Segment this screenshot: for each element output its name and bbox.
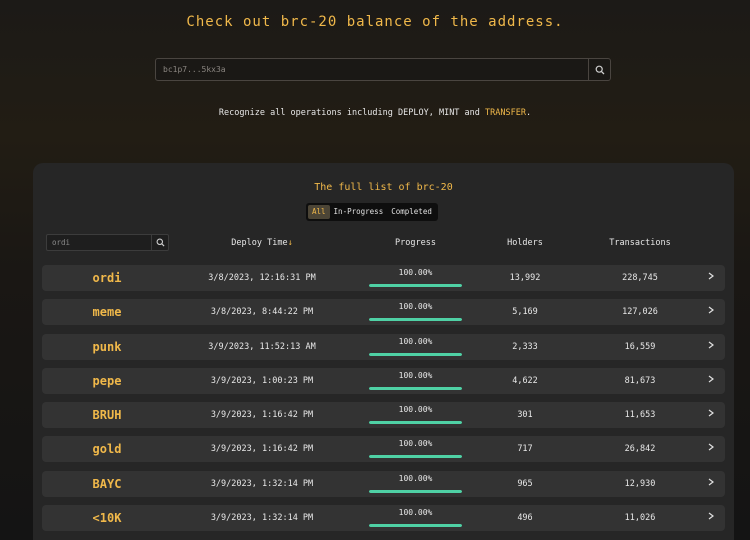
token-deploy-time: 3/9/2023, 1:32:14 PM [210,478,314,489]
token-transactions: 11,026 [624,513,656,524]
token-row[interactable]: ordi 3/8/2023, 12:16:31 PM 100.00% 13,99… [42,265,725,291]
token-holders: 717 [517,444,533,455]
token-tick: meme [92,305,122,320]
token-row[interactable]: punk 3/9/2023, 11:52:13 AM 100.00% 2,333… [42,333,725,360]
token-row[interactable]: BRUH 3/9/2023, 1:16:42 PM 100.00% 301 11… [42,402,725,429]
token-progress: 100.00% [369,334,462,360]
token-deploy-time: 3/8/2023, 12:16:31 PM [208,273,316,283]
token-tick: <10K [92,511,122,526]
chevron-right-icon[interactable] [702,471,720,497]
progress-text: 100.00% [398,439,433,449]
token-holders: 496 [517,513,533,524]
token-transactions: 26,842 [624,444,656,455]
token-progress: 100.00% [369,299,462,325]
chevron-right-icon[interactable] [702,299,720,325]
progress-text: 100.00% [398,336,433,346]
token-deploy-time: 3/9/2023, 1:16:42 PM [210,410,314,421]
tick-search-input[interactable] [47,235,151,250]
token-holders: 13,992 [509,273,541,283]
subtitle: Recognize all operations including DEPLO… [0,108,750,118]
progress-text: 100.00% [398,370,433,380]
progress-text: 100.00% [398,508,433,518]
tick-search-button[interactable] [151,235,168,250]
token-holders: 4,622 [512,375,538,386]
chevron-right-icon[interactable] [702,265,720,291]
progress-bar [369,352,462,356]
token-tick: gold [92,442,122,457]
token-transactions: 11,653 [624,410,656,421]
progress-text: 100.00% [398,302,433,312]
token-deploy-time: 3/9/2023, 11:52:13 AM [208,341,316,352]
subtitle-end: . [525,108,532,118]
token-holders: 2,333 [512,341,538,352]
column-deploy-time[interactable]: Deploy Time↓ [192,238,332,248]
filter-tabs: All In-Progress Completed [306,203,438,221]
token-list: ordi 3/8/2023, 12:16:31 PM 100.00% 13,99… [42,265,725,539]
chevron-right-icon[interactable] [702,402,720,428]
progress-bar [369,455,462,459]
token-row[interactable]: <10K 3/9/2023, 1:32:14 PM 100.00% 496 11… [42,505,725,532]
progress-bar [369,421,462,425]
token-deploy-time: 3/8/2023, 8:44:22 PM [210,307,314,318]
progress-text: 100.00% [398,405,433,415]
progress-bar [369,284,462,287]
sort-arrow-icon: ↓ [287,238,293,248]
tick-search [46,234,169,251]
token-tick: pepe [92,373,122,388]
page-title: Check out brc-20 balance of the address. [186,14,564,30]
token-transactions: 127,026 [622,307,658,318]
token-deploy-time: 3/9/2023, 1:32:14 PM [210,513,314,524]
column-progress: Progress [395,238,436,248]
token-deploy-time: 3/9/2023, 1:16:42 PM [210,444,314,455]
token-deploy-time: 3/9/2023, 1:00:23 PM [210,375,314,386]
progress-bar [369,318,462,322]
chevron-right-icon[interactable] [702,505,720,531]
token-row[interactable]: BAYC 3/9/2023, 1:32:14 PM 100.00% 965 12… [42,470,725,497]
filter-tab-completed[interactable]: Completed [387,205,436,219]
progress-bar [369,524,462,528]
token-progress: 100.00% [369,402,462,428]
column-transactions: Transactions [609,238,671,248]
chevron-right-icon[interactable] [702,436,720,462]
token-row[interactable]: meme 3/8/2023, 8:44:22 PM 100.00% 5,169 … [42,299,725,326]
token-holders: 301 [517,410,533,421]
column-deploy-time-label: Deploy Time [231,238,288,248]
progress-text: 100.00% [398,268,433,277]
token-progress: 100.00% [369,471,462,497]
token-progress: 100.00% [369,505,462,531]
search-icon [156,238,165,247]
token-tick: BAYC [92,476,122,491]
address-search-button[interactable] [588,59,610,80]
token-transactions: 228,745 [622,273,658,283]
column-holders: Holders [507,238,543,248]
progress-bar [369,386,462,390]
search-icon [595,65,604,74]
token-holders: 965 [517,478,533,489]
progress-bar [369,489,462,493]
panel-title: The full list of brc-20 [314,182,453,193]
token-progress: 100.00% [369,436,462,462]
token-transactions: 16,559 [624,341,656,352]
token-tick: punk [92,339,122,354]
filter-tab-in-progress[interactable]: In-Progress [330,205,388,219]
token-transactions: 12,930 [624,478,656,489]
token-progress: 100.00% [369,368,462,394]
token-transactions: 81,673 [624,375,656,386]
subtitle-text: Recognize all operations including DEPLO… [218,108,486,118]
progress-text: 100.00% [398,473,433,483]
filter-tab-all[interactable]: All [308,205,330,219]
chevron-right-icon[interactable] [702,334,720,360]
transfer-highlight: TRANSFER [485,108,526,118]
token-tick: ordi [92,271,122,285]
token-holders: 5,169 [512,307,538,318]
token-progress: 100.00% [369,265,462,291]
brc20-list-panel: The full list of brc-20 All In-Progress … [33,163,734,540]
token-row[interactable]: gold 3/9/2023, 1:16:42 PM 100.00% 717 26… [42,436,725,463]
token-tick: BRUH [92,408,122,423]
token-row[interactable]: pepe 3/9/2023, 1:00:23 PM 100.00% 4,622 … [42,367,725,394]
address-search [155,58,611,81]
chevron-right-icon[interactable] [702,368,720,394]
address-search-input[interactable] [156,59,588,80]
